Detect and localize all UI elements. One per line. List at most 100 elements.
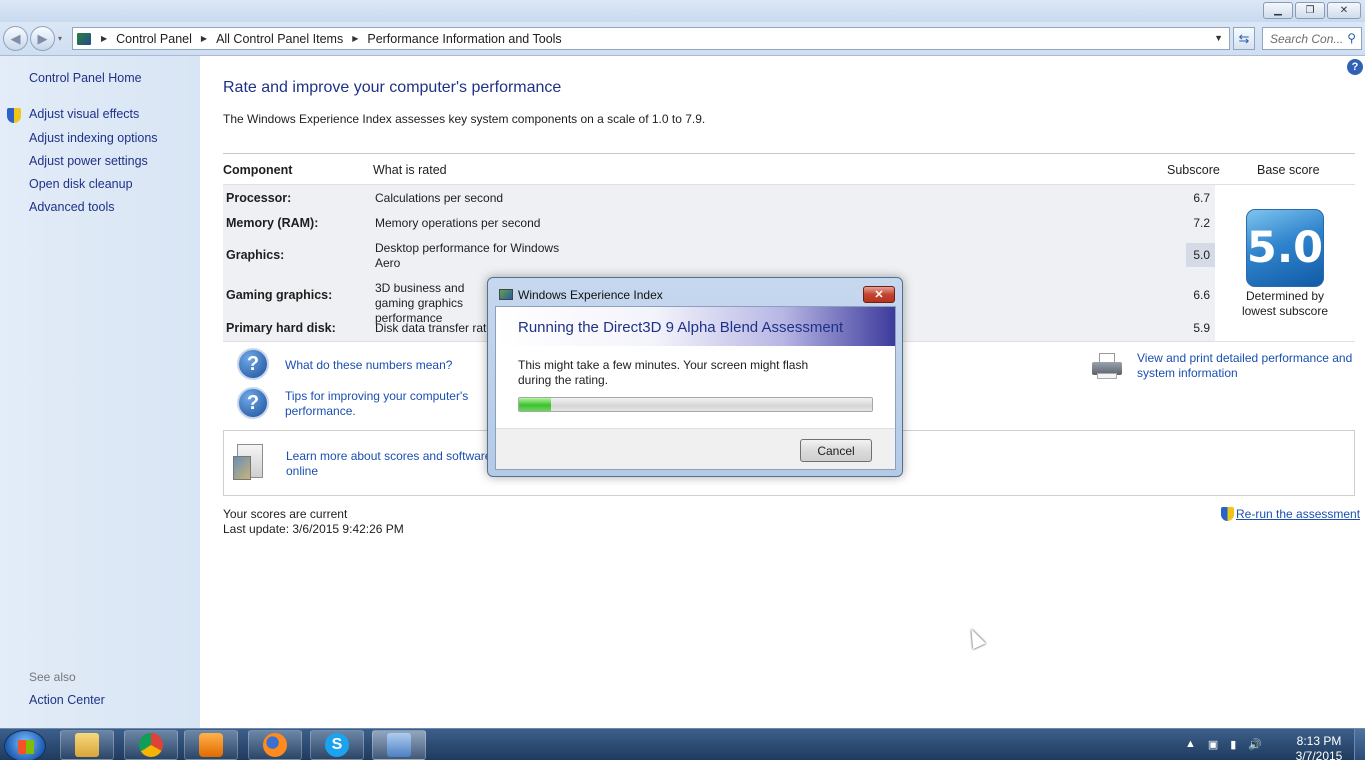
breadcrumb-all-items[interactable]: All Control Panel Items [216,32,343,46]
window-titlebar: ▁ ❐ ✕ [0,0,1365,22]
see-also-heading: See also [29,670,76,684]
window-controls: ▁ ❐ ✕ [1263,2,1361,19]
dialog-close-button[interactable]: ✕ [863,286,895,303]
sidebar-item-disk-cleanup[interactable]: Open disk cleanup [29,177,133,191]
question-mark-icon: ? [237,348,269,380]
row-gaming-subscore: 6.6 [1193,288,1210,302]
chrome-icon [139,733,163,757]
back-arrow-icon: ◀ [10,30,21,46]
row-memory-rated: Memory operations per second [375,216,541,230]
experience-index-icon [499,289,513,300]
link-print-details[interactable]: View and print detailed performance and … [1137,351,1357,381]
forward-arrow-icon: ▶ [37,30,48,46]
software-info-icon [233,444,267,482]
experience-index-dialog: Windows Experience Index ✕ Running the D… [487,277,903,477]
taskbar-chrome[interactable] [124,730,178,760]
link-learn-more[interactable]: Learn more about scores and software onl… [286,449,501,479]
address-bar[interactable]: ▶ Control Panel ▶ All Control Panel Item… [72,27,1230,50]
search-placeholder: Search Con... [1270,32,1344,46]
breadcrumb-separator-icon[interactable]: ▶ [101,34,107,43]
row-gaming-label: Gaming graphics: [226,288,333,302]
row-processor-rated: Calculations per second [375,191,504,205]
dialog-banner: Running the Direct3D 9 Alpha Blend Asses… [496,307,895,346]
search-input[interactable]: Search Con... ⚲ [1262,27,1362,50]
taskbar-control-panel[interactable] [372,730,426,760]
row-processor-label: Processor: [226,191,292,205]
taskbar-skype[interactable]: S [310,730,364,760]
scores-status: Your scores are current [223,507,348,521]
progress-fill [519,398,551,411]
sidebar-item-indexing[interactable]: Adjust indexing options [29,131,158,145]
row-graphics-rated: Desktop performance for Windows Aero [375,241,560,270]
header-what-is-rated: What is rated [373,163,447,177]
uac-shield-icon [7,108,21,123]
close-window-button[interactable]: ✕ [1327,2,1361,19]
breadcrumb-separator-icon[interactable]: ▶ [352,34,358,43]
header-component: Component [223,163,293,177]
row-memory-subscore: 7.2 [1193,216,1210,230]
sidebar-item-action-center[interactable]: Action Center [29,693,105,707]
sidebar-item-power[interactable]: Adjust power settings [29,154,148,168]
link-numbers-meaning[interactable]: What do these numbers mean? [285,358,452,373]
divider [223,153,1355,154]
page-description: The Windows Experience Index assesses ke… [223,112,706,126]
skype-icon: S [325,733,349,757]
search-icon[interactable]: ⚲ [1347,31,1356,45]
breadcrumb-control-panel[interactable]: Control Panel [116,32,192,46]
control-panel-icon [387,733,411,757]
help-icon[interactable]: ? [1347,59,1363,75]
minimize-button[interactable]: ▁ [1263,2,1293,19]
firefox-icon [263,733,287,757]
mouse-cursor [965,626,986,650]
sidebar-item-advanced-tools[interactable]: Advanced tools [29,200,114,214]
show-hidden-icons-icon[interactable]: ▲ [1185,738,1196,751]
control-panel-icon [77,32,91,45]
forward-button[interactable]: ▶ [30,26,55,51]
back-button[interactable]: ◀ [3,26,28,51]
taskbar-explorer[interactable] [60,730,114,760]
clock[interactable]: 8:13 PM 3/7/2015 [1288,734,1350,760]
media-player-icon [199,733,223,757]
assessment-message: This might take a few minutes. Your scre… [518,358,809,387]
address-dropdown-icon[interactable]: ▼ [1214,33,1223,43]
row-memory-label: Memory (RAM): [226,216,319,230]
cancel-button[interactable]: Cancel [800,439,872,462]
action-center-icon[interactable]: ▣ [1208,738,1218,751]
last-update: Last update: 3/6/2015 9:42:26 PM [223,522,404,536]
refresh-button[interactable]: ⇆ [1233,27,1255,50]
header-subscore: Subscore [1167,163,1220,177]
show-desktop-button[interactable] [1354,729,1365,760]
breadcrumb-performance[interactable]: Performance Information and Tools [367,32,561,46]
maximize-button[interactable]: ❐ [1295,2,1325,19]
windows-logo-icon [18,740,34,754]
navigation-bar: ◀ ▶ ▾ ▶ Control Panel ▶ All Control Pane… [0,22,1365,56]
sidebar-item-visual-effects[interactable]: Adjust visual effects [29,107,139,121]
row-processor-subscore: 6.7 [1193,191,1210,205]
volume-icon[interactable]: 🔊 [1248,738,1262,751]
start-button[interactable] [4,730,46,760]
network-icon[interactable]: ▮ [1230,738,1236,751]
question-mark-icon: ? [237,387,269,419]
base-score-badge: 5.0 [1246,209,1324,287]
base-score-caption: Determined by lowest subscore [1241,289,1329,318]
dialog-footer: Cancel [496,428,895,469]
clock-time: 8:13 PM [1296,734,1342,748]
breadcrumb-separator-icon[interactable]: ▶ [201,34,207,43]
assessment-progress-bar [518,397,873,412]
clock-date: 3/7/2015 [1295,749,1343,760]
rerun-assessment-link[interactable]: Re-run the assessment [1236,507,1360,521]
taskbar-firefox[interactable] [248,730,302,760]
dialog-body: Running the Direct3D 9 Alpha Blend Asses… [495,306,896,470]
taskbar: S ▲ ▣ ▮ 🔊 8:13 PM 3/7/2015 [0,728,1365,760]
folder-icon [75,733,99,757]
printer-icon [1090,353,1124,379]
refresh-icon: ⇆ [1238,30,1250,46]
sidebar-control-panel-home[interactable]: Control Panel Home [29,71,142,85]
row-disk-label: Primary hard disk: [226,321,336,335]
assessment-heading: Running the Direct3D 9 Alpha Blend Asses… [518,319,844,336]
sidebar: Control Panel Home Adjust visual effects… [0,56,200,728]
recent-pages-dropdown[interactable]: ▾ [58,34,62,43]
link-improve-tips[interactable]: Tips for improving your computer's perfo… [285,389,485,419]
row-graphics-subscore: 5.0 [1193,248,1210,262]
taskbar-media-player[interactable] [184,730,238,760]
